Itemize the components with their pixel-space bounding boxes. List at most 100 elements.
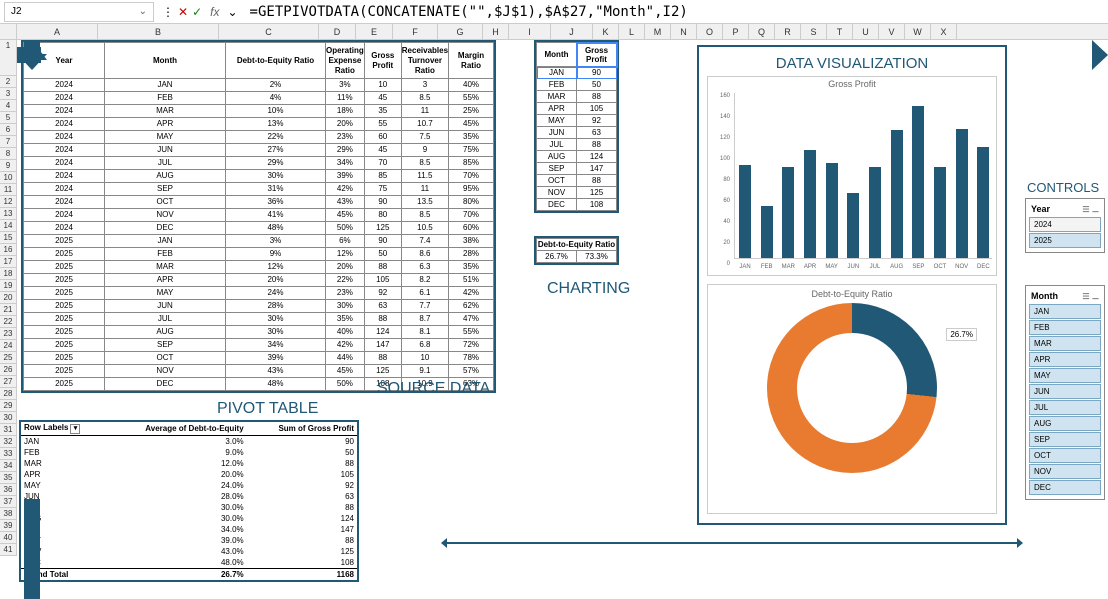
pivot-cell[interactable]: APR — [21, 469, 105, 480]
pivot-cell[interactable]: 125 — [247, 546, 357, 557]
src-cell[interactable]: 10 — [401, 352, 448, 365]
row-header[interactable]: 25 — [0, 352, 17, 364]
row-header[interactable]: 7 — [0, 136, 17, 148]
chart-bar[interactable] — [739, 165, 751, 258]
charting-cell[interactable]: 63 — [577, 127, 617, 139]
src-cell[interactable]: 39% — [326, 170, 365, 183]
src-cell[interactable]: MAR — [105, 105, 226, 118]
charting-cell[interactable]: SEP — [537, 163, 577, 175]
src-cell[interactable]: 4% — [226, 92, 326, 105]
src-cell[interactable]: 2025 — [24, 287, 105, 300]
src-cell[interactable]: 2024 — [24, 170, 105, 183]
src-cell[interactable]: JUL — [105, 157, 226, 170]
chart-bar[interactable] — [826, 163, 838, 258]
src-cell[interactable]: JUL — [105, 313, 226, 326]
src-cell[interactable]: 45% — [326, 209, 365, 222]
row-header[interactable]: 36 — [0, 484, 17, 496]
row-header[interactable]: 32 — [0, 436, 17, 448]
src-cell[interactable]: 2024 — [24, 79, 105, 92]
src-cell[interactable]: 11 — [401, 105, 448, 118]
charting-cell[interactable]: 88 — [577, 91, 617, 103]
src-cell[interactable]: 41% — [226, 209, 326, 222]
src-cell[interactable]: 2025 — [24, 274, 105, 287]
src-cell[interactable]: 22% — [226, 131, 326, 144]
src-cell[interactable]: 70% — [449, 209, 494, 222]
charting-cell[interactable]: JUL — [537, 139, 577, 151]
col-header[interactable]: S — [801, 24, 827, 39]
charting-cell[interactable]: DEC — [537, 199, 577, 211]
col-header[interactable]: M — [645, 24, 671, 39]
src-cell[interactable]: 90 — [364, 235, 401, 248]
pivot-cell[interactable]: 92 — [247, 480, 357, 491]
col-header[interactable]: W — [905, 24, 931, 39]
src-cell[interactable]: 23% — [326, 131, 365, 144]
src-cell[interactable]: SEP — [105, 183, 226, 196]
src-cell[interactable]: 22% — [326, 274, 365, 287]
pivot-cell[interactable]: JAN — [21, 436, 105, 448]
src-cell[interactable]: 2025 — [24, 261, 105, 274]
pivot-cell[interactable]: 88 — [247, 502, 357, 513]
charting-cell[interactable]: JUN — [537, 127, 577, 139]
src-cell[interactable]: 75% — [449, 144, 494, 157]
src-cell[interactable]: 10.5 — [401, 222, 448, 235]
src-cell[interactable]: 124 — [364, 326, 401, 339]
src-cell[interactable]: 40% — [326, 326, 365, 339]
row-header[interactable]: 21 — [0, 304, 17, 316]
src-cell[interactable]: 25% — [449, 105, 494, 118]
col-header[interactable]: O — [697, 24, 723, 39]
src-cell[interactable]: 18% — [326, 105, 365, 118]
row-header[interactable]: 31 — [0, 424, 17, 436]
pivot-cell[interactable]: MAY — [21, 480, 105, 491]
src-cell[interactable]: 2025 — [24, 313, 105, 326]
col-header[interactable]: A — [17, 24, 98, 39]
src-cell[interactable]: 90 — [364, 196, 401, 209]
charting-cell[interactable]: FEB — [537, 79, 577, 91]
chart-bar[interactable] — [761, 206, 773, 258]
row-header[interactable]: 11 — [0, 184, 17, 196]
src-cell[interactable]: MAY — [105, 131, 226, 144]
src-cell[interactable]: 11 — [401, 183, 448, 196]
row-header[interactable]: 4 — [0, 100, 17, 112]
pivot-cell[interactable]: 48.0% — [105, 557, 246, 569]
pivot-cell[interactable]: 88 — [247, 535, 357, 546]
src-cell[interactable]: NOV — [105, 365, 226, 378]
src-cell[interactable]: 62% — [449, 300, 494, 313]
row-header[interactable]: 20 — [0, 292, 17, 304]
col-header[interactable]: L — [619, 24, 645, 39]
row-header[interactable]: 2 — [0, 76, 17, 88]
src-cell[interactable]: 45 — [364, 92, 401, 105]
src-cell[interactable]: 80 — [364, 209, 401, 222]
src-cell[interactable]: 2024 — [24, 157, 105, 170]
src-cell[interactable]: 2024 — [24, 209, 105, 222]
dropdown-icon[interactable]: ▾ — [70, 424, 80, 434]
row-header[interactable]: 10 — [0, 172, 17, 184]
pivot-table[interactable]: Row Labels▾Average of Debt-to-EquitySum … — [19, 420, 359, 582]
charting-cell[interactable]: 90 — [577, 67, 617, 79]
charting-cell[interactable]: 88 — [577, 175, 617, 187]
chart-bar[interactable] — [956, 129, 968, 258]
src-cell[interactable]: 2025 — [24, 248, 105, 261]
row-header[interactable]: 24 — [0, 340, 17, 352]
year-slicer-item[interactable]: 2024 — [1029, 217, 1101, 232]
month-slicer-item[interactable]: DEC — [1029, 480, 1101, 495]
row-header[interactable]: 6 — [0, 124, 17, 136]
src-cell[interactable]: 40% — [449, 79, 494, 92]
charting-cell[interactable]: 50 — [577, 79, 617, 91]
src-cell[interactable]: 3% — [326, 79, 365, 92]
charting-cell[interactable]: 88 — [577, 139, 617, 151]
src-cell[interactable]: 8.5 — [401, 157, 448, 170]
col-header[interactable]: F — [393, 24, 438, 39]
pivot-cell[interactable]: 39.0% — [105, 535, 246, 546]
src-cell[interactable]: 55 — [364, 118, 401, 131]
src-cell[interactable]: 125 — [364, 222, 401, 235]
col-header[interactable]: H — [483, 24, 509, 39]
src-cell[interactable]: 11.5 — [401, 170, 448, 183]
pivot-cell[interactable]: 12.0% — [105, 458, 246, 469]
charting-cell[interactable]: 108 — [577, 199, 617, 211]
src-cell[interactable]: 8.1 — [401, 326, 448, 339]
src-cell[interactable]: 34% — [326, 157, 365, 170]
col-header[interactable]: I — [509, 24, 551, 39]
src-cell[interactable]: 39% — [226, 352, 326, 365]
src-cell[interactable]: 55% — [449, 326, 494, 339]
src-cell[interactable]: APR — [105, 274, 226, 287]
